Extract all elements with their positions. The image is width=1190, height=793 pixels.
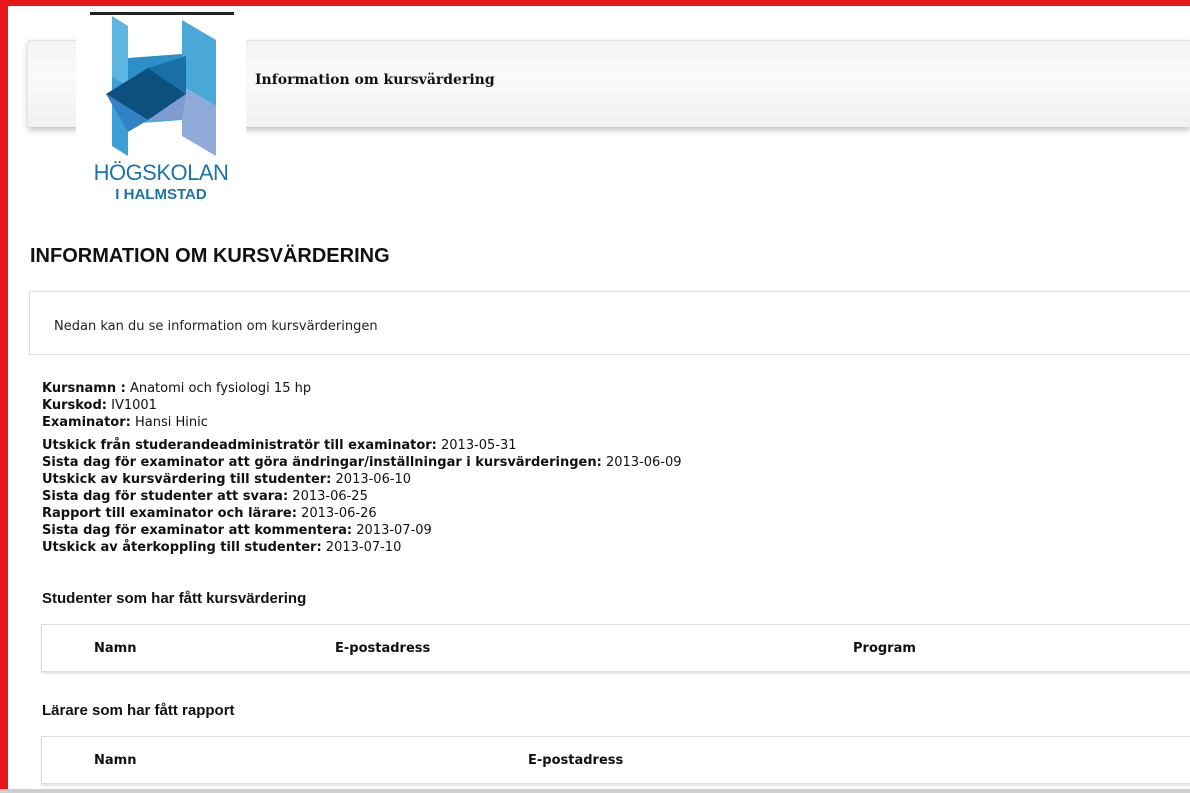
- date-label: Utskick av återkoppling till studenter:: [42, 540, 322, 555]
- column-header-name[interactable]: Namn: [94, 641, 136, 656]
- date-label: Sista dag för examinator att göra ändrin…: [42, 455, 602, 470]
- date-row: Rapport till examinator och lärare: 2013…: [42, 505, 682, 522]
- course-name-value: Anatomi och fysiologi 15 hp: [129, 381, 312, 396]
- examiner-label: Examinator:: [42, 415, 131, 430]
- info-panel: Nedan kan du se information om kursvärde…: [29, 291, 1190, 355]
- course-details: Kursnamn : Anatomi och fysiologi 15 hp K…: [42, 380, 682, 556]
- column-header-email[interactable]: E-postadress: [335, 641, 430, 656]
- students-table: Namn E-postadress Program: [41, 624, 1190, 672]
- course-code-row: Kurskod: IV1001: [42, 397, 682, 414]
- teachers-section-title: Lärare som har fått rapport: [42, 702, 235, 719]
- window-bottom-edge: [0, 789, 1190, 793]
- date-label: Utskick av kursvärdering till studenter:: [42, 472, 332, 487]
- logo-emblem-icon: [106, 16, 216, 156]
- date-row: Utskick från studerandeadministratör til…: [42, 437, 682, 454]
- column-header-program[interactable]: Program: [853, 641, 916, 656]
- date-value: 2013-06-09: [605, 455, 682, 470]
- date-label: Utskick från studerandeadministratör til…: [42, 438, 437, 453]
- page-title: INFORMATION OM KURSVÄRDERING: [30, 245, 390, 267]
- logo-text-line2: I HALMSTAD: [115, 186, 207, 203]
- examiner-value: Hansi Hinic: [134, 415, 208, 430]
- screenshot-frame-left: [0, 0, 8, 793]
- teachers-table: Namn E-postadress: [41, 736, 1190, 784]
- date-row: Utskick av återkoppling till studenter: …: [42, 539, 682, 556]
- course-code-label: Kurskod:: [42, 398, 107, 413]
- info-text: Nedan kan du se information om kursvärde…: [54, 319, 378, 334]
- header-title: Information om kursvärdering: [255, 72, 495, 88]
- date-row: Sista dag för studenter att svara: 2013-…: [42, 488, 682, 505]
- course-code-value: IV1001: [111, 398, 157, 413]
- column-header-email[interactable]: E-postadress: [528, 753, 623, 768]
- university-logo: HÖGSKOLAN I HALMSTAD: [76, 16, 246, 212]
- course-name-label: Kursnamn :: [42, 381, 126, 396]
- course-name-row: Kursnamn : Anatomi och fysiologi 15 hp: [42, 380, 682, 397]
- examiner-row: Examinator: Hansi Hinic: [42, 414, 682, 431]
- date-value: 2013-05-31: [441, 438, 517, 453]
- column-header-name[interactable]: Namn: [94, 753, 136, 768]
- date-value: 2013-06-10: [335, 472, 412, 487]
- date-row: Sista dag för examinator att kommentera:…: [42, 522, 682, 539]
- students-section-title: Studenter som har fått kursvärdering: [42, 590, 307, 607]
- logo-text-line1: HÖGSKOLAN: [93, 160, 229, 185]
- date-row: Utskick av kursvärdering till studenter:…: [42, 471, 682, 488]
- date-label: Sista dag för examinator att kommentera:: [42, 523, 353, 538]
- screenshot-frame-top: [0, 0, 1190, 6]
- date-label: Rapport till examinator och lärare:: [42, 506, 297, 521]
- date-value: 2013-07-10: [325, 540, 402, 555]
- logo-top-line: [90, 12, 234, 15]
- date-value: 2013-07-09: [356, 523, 432, 538]
- date-row: Sista dag för examinator att göra ändrin…: [42, 454, 682, 471]
- date-value: 2013-06-25: [292, 489, 368, 504]
- date-label: Sista dag för studenter att svara:: [42, 489, 289, 504]
- date-value: 2013-06-26: [301, 506, 377, 521]
